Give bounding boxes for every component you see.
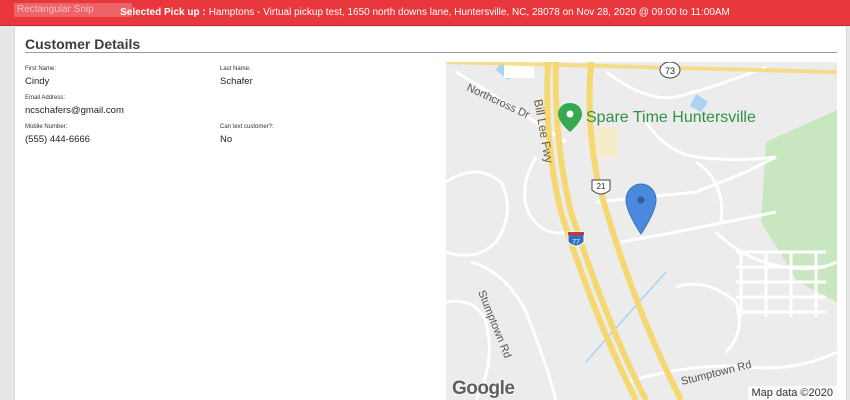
svg-text:77: 77 [572,239,580,246]
poi-label: Spare Time Huntersville [586,109,756,126]
last-name-value: Schafer [220,76,253,87]
first-name-field: First Name: Cindy [25,66,56,87]
google-logo: Google [452,378,515,399]
snip-tool-label: Rectangular Snip [14,3,132,17]
title-divider [25,52,837,53]
last-name-field: Last Name: Schafer [220,66,253,87]
map-canvas[interactable]: Northcross Dr Bill Lee Fwy Stumptown Rd … [446,62,837,400]
map-attribution[interactable]: Map data ©2020 [747,386,837,400]
location-map[interactable]: Northcross Dr Bill Lee Fwy Stumptown Rd … [446,62,837,400]
pickup-label: Selected Pick up : [120,7,206,18]
page-title: Customer Details [25,36,141,52]
last-name-label: Last Name: [220,66,251,72]
email-label: Email Address: [25,95,66,101]
email-field: Email Address: ncschafers@gmail.com [25,95,124,116]
can-text-value: No [220,134,233,145]
email-value: ncschafers@gmail.com [25,105,124,116]
pickup-details: Hamptons - Virtual pickup test, 1650 nor… [208,7,730,18]
first-name-value: Cindy [25,76,50,87]
mobile-label: Mobile Number: [25,124,68,130]
customer-panel: Customer Details First Name: Cindy Last … [14,27,847,400]
svg-text:73: 73 [665,66,675,76]
first-name-label: First Name: [25,66,57,72]
mobile-value: (555) 444-6666 [25,134,90,145]
us-21-shield: 21 [591,179,611,195]
can-text-label: Can text customer?: [220,124,274,130]
mobile-field: Mobile Number: (555) 444-6666 [25,124,90,145]
svg-text:21: 21 [597,182,606,191]
can-text-field: Can text customer?: No [220,124,274,145]
i-77-shield: 77 [567,231,585,247]
route-73-shield: 73 [659,62,681,79]
